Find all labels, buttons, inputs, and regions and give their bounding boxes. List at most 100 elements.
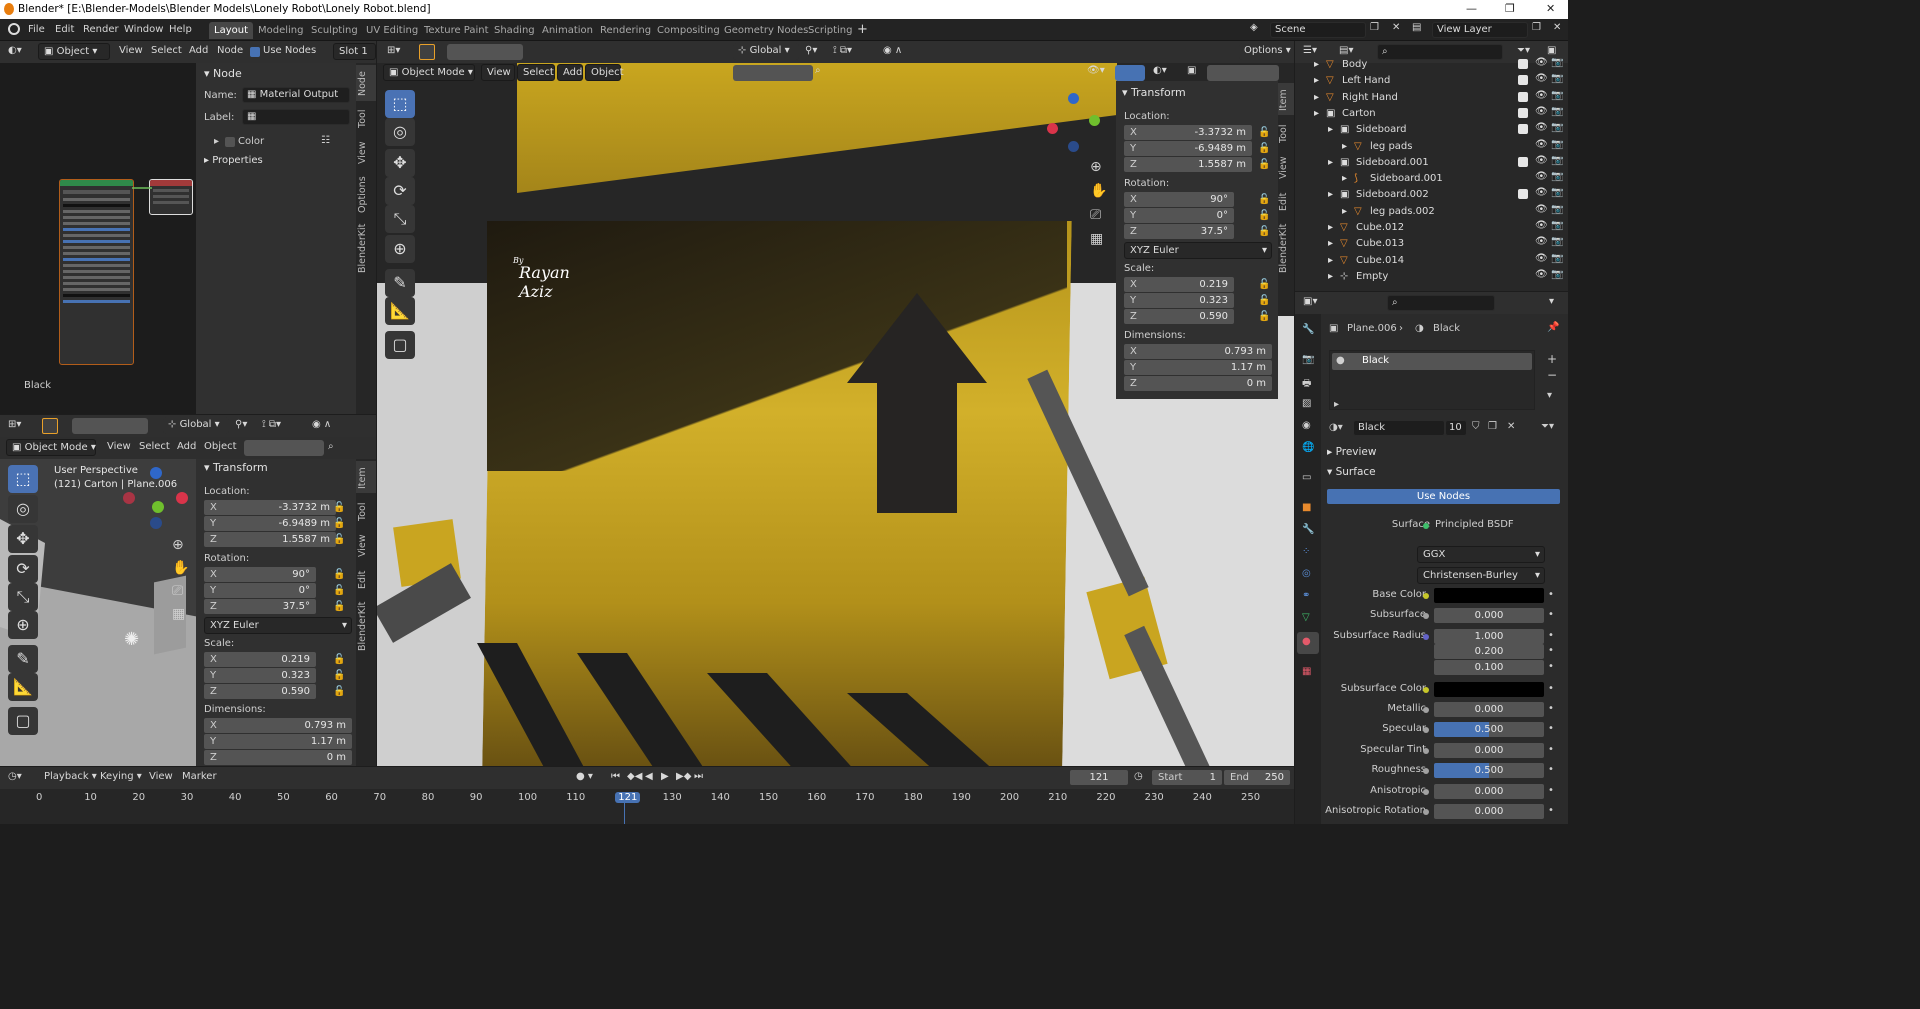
autokey-icon[interactable]: ● ▾ [576,771,593,782]
add-slot-icon[interactable]: + [1547,352,1557,366]
value-field[interactable]: 0.000 [1434,804,1544,819]
gizmo-y-icon[interactable] [1089,115,1100,126]
editor-type-icon[interactable]: ⊞▾ [387,45,400,56]
keyframe-dot-icon[interactable]: • [1548,703,1554,714]
tab-sculpting[interactable]: Sculpting [306,22,363,39]
slot-menu-icon[interactable]: ▾ [1547,390,1552,401]
render-camera-icon[interactable]: 📷 [1551,269,1563,280]
menu-object[interactable]: Object [585,64,624,81]
socket-dot[interactable] [1423,634,1429,640]
snap-icon[interactable]: ⟟ ⧉▾ [262,419,281,430]
location-z-field[interactable]: Z 1.5587 m [1124,157,1252,172]
visibility-eye-icon[interactable]: 👁 [1535,90,1548,101]
xray-icon[interactable]: ▣ [1187,65,1196,76]
keyframe-dot-icon[interactable]: • [1548,630,1554,641]
current-frame-field[interactable]: 121 [1070,770,1128,785]
render-camera-icon[interactable]: 📷 [1551,106,1563,117]
orientation-dropdown[interactable]: ⊹ Global ▾ [733,43,799,60]
menu-select[interactable]: Select [517,64,555,81]
tab-blenderkit[interactable]: BlenderKit [1278,223,1294,273]
keying-menu[interactable]: Keying ▾ [100,771,142,782]
visibility-eye-icon[interactable]: 👁 [1535,139,1548,150]
expand-icon[interactable]: ▸ [1328,222,1333,233]
collection-tab-icon[interactable]: ▭ [1302,472,1311,483]
value-field[interactable]: 0.000 [1434,784,1544,799]
keyframe-dot-icon[interactable]: • [1548,764,1554,775]
ortho-grid-icon[interactable]: ▦ [1090,231,1103,247]
properties-search-input[interactable]: ⌕ [1387,295,1495,311]
socket-dot[interactable] [1423,789,1429,795]
tab-item[interactable]: Item [357,465,375,491]
outliner-row[interactable]: ▸ ▽ Cube.013 👁 📷 [1300,236,1568,252]
node-name-field[interactable]: ▦ Material Output [242,87,350,103]
tab-tool[interactable]: Tool [1278,121,1294,147]
visibility-eye-icon[interactable]: 👁 [1535,73,1548,84]
outliner-row[interactable]: ▸ ▽ leg pads 👁 📷 [1300,139,1568,155]
measure-tool[interactable]: 📐 [8,673,38,701]
surface-shader-value[interactable]: Principled BSDF [1435,519,1514,530]
filter-icon[interactable]: ⏷▾ [1517,45,1530,56]
delete-view-layer-icon[interactable]: ✕ [1553,22,1561,33]
keyframe-dot-icon[interactable]: • [1548,744,1554,755]
texture-tab-icon[interactable]: ▦ [1302,666,1311,677]
selection-mode-buttons[interactable] [447,44,523,60]
tab-modeling[interactable]: Modeling [253,22,309,39]
visibility-eye-icon[interactable]: 👁 [1535,204,1548,215]
value-field[interactable]: 1.000 [1434,629,1544,644]
expand-icon[interactable]: ▸ [1342,173,1347,184]
color-expand-icon[interactable]: ▸ [214,136,219,147]
mini-viewport-canvas[interactable]: User Perspective (121) Carton | Plane.00… [0,459,196,766]
menu-help[interactable]: Help [169,24,192,35]
dimensions-z-field[interactable]: Z0 m [204,750,352,765]
shading-buttons[interactable] [244,440,324,456]
tab-blenderkit[interactable]: BlenderKit [357,223,375,273]
value-field[interactable]: 0.000 [1434,702,1544,717]
color-checkbox[interactable] [225,137,235,147]
outliner-row[interactable]: ▸ ▣ Sideboard.001 👁 📷 [1300,155,1568,171]
playback-menu[interactable]: Playback ▾ [44,771,97,782]
modifier-tab-icon[interactable]: 🔧 [1302,524,1314,535]
pivot-icon[interactable]: ⚲▾ [235,419,247,430]
tool-tab-icon[interactable]: 🔧 [1302,324,1314,335]
outliner-row[interactable]: ▸ ▣ Sideboard 👁 📷 [1300,122,1568,138]
value-field[interactable]: 0.000 [1434,608,1544,623]
view-layer-tab-icon[interactable]: ▨ [1302,398,1311,409]
lock-icon[interactable]: 🔓 [1258,127,1270,138]
tab-animation[interactable]: Animation [537,22,598,39]
menu-select[interactable]: Select [151,45,182,56]
rotation-z-field[interactable]: Z 37.5° [204,599,316,614]
scale-x-field[interactable]: X 0.219 [204,652,316,667]
tab-texture-paint[interactable]: Texture Paint [419,22,494,39]
lock-icon[interactable]: 🔓 [1258,311,1270,322]
add-cube-tool[interactable]: ▢ [8,707,38,735]
render-camera-icon[interactable]: 📷 [1551,139,1563,150]
new-view-layer-icon[interactable]: ❐ [1532,22,1541,33]
unlink-icon[interactable]: ✕ [1507,421,1515,432]
tab-view[interactable]: View [357,139,375,167]
material-slot-row[interactable]: ● Black [1332,353,1532,370]
tab-blenderkit[interactable]: BlenderKit [357,601,375,651]
exclude-checkbox[interactable] [1518,91,1528,102]
blender-menu-icon[interactable] [8,23,20,35]
tab-tool[interactable]: Tool [357,105,375,133]
gizmo-y-icon[interactable] [152,501,164,513]
menu-object[interactable]: Object [204,441,237,452]
transform-header[interactable]: ▾ Transform [1122,86,1186,99]
properties-panel-header[interactable]: ▸ Properties [204,155,263,166]
view-layer-field[interactable]: View Layer [1432,22,1528,38]
node-canvas[interactable]: Black [0,63,196,414]
outliner-row[interactable]: ▸ ▽ Cube.012 👁 📷 [1300,220,1568,236]
dimensions-y-field[interactable]: Y 1.17 m [1124,360,1272,375]
rotation-y-field[interactable]: Y 0° [1124,208,1234,223]
dimensions-x-field[interactable]: X 0.793 m [204,718,352,733]
annotate-tool[interactable]: ✎ [8,645,38,673]
slider-field[interactable]: 0.500 [1434,763,1544,778]
menu-add[interactable]: Add [557,64,583,81]
move-tool[interactable]: ✥ [8,525,38,553]
options-icon[interactable]: ▾ [1549,296,1554,307]
world-tab-icon[interactable]: 🌐 [1302,442,1314,453]
editor-type-icon[interactable]: ◐▾ [8,45,22,56]
jump-end-icon[interactable]: ⏭ [694,771,703,782]
scale-tool[interactable]: ⤡ [385,205,415,233]
object-mode-dropdown[interactable]: ▣ Object Mode ▾ [383,64,475,81]
